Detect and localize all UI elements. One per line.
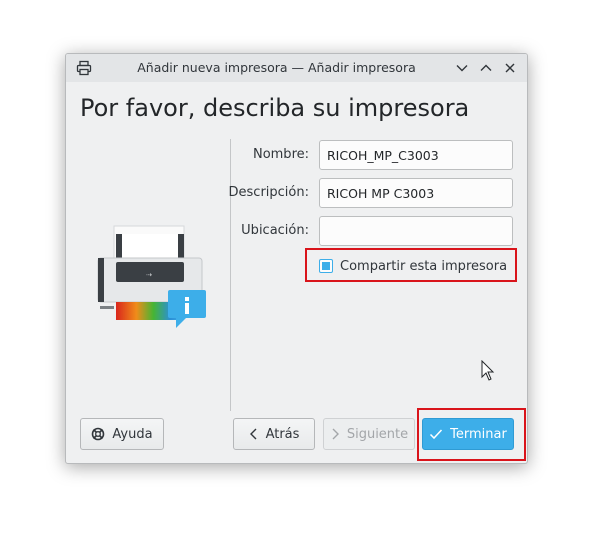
name-label: Nombre: bbox=[252, 147, 309, 162]
name-field[interactable] bbox=[319, 140, 513, 170]
title-bar[interactable]: Añadir nueva impresora — Añadir impresor… bbox=[66, 54, 527, 82]
lifebuoy-icon bbox=[92, 427, 105, 441]
location-field[interactable] bbox=[319, 216, 513, 246]
back-button[interactable]: Atrás bbox=[233, 418, 315, 450]
finish-button-label: Terminar bbox=[450, 426, 507, 442]
printer-info-illustration: ⇢ bbox=[97, 225, 206, 328]
share-printer-label: Compartir esta impresora bbox=[340, 258, 508, 274]
share-printer-checkbox[interactable] bbox=[319, 259, 333, 273]
back-button-label: Atrás bbox=[265, 426, 300, 442]
help-button[interactable]: Ayuda bbox=[80, 418, 164, 450]
next-button[interactable]: Siguiente bbox=[323, 418, 415, 450]
next-button-label: Siguiente bbox=[346, 426, 409, 442]
share-printer-checkbox-row[interactable]: Compartir esta impresora bbox=[319, 256, 507, 276]
vertical-divider bbox=[230, 139, 231, 411]
svg-text:⇢: ⇢ bbox=[146, 271, 152, 279]
chevron-right-icon bbox=[332, 428, 339, 440]
close-icon[interactable] bbox=[502, 60, 518, 76]
checkbox-checked-mark bbox=[322, 262, 330, 270]
mouse-cursor-icon bbox=[481, 360, 495, 381]
chevron-left-icon bbox=[249, 428, 257, 440]
description-label: Descripción: bbox=[228, 185, 309, 200]
maximize-chevron-up-icon[interactable] bbox=[478, 60, 494, 76]
checkmark-icon bbox=[430, 429, 443, 440]
help-button-label: Ayuda bbox=[112, 426, 153, 442]
description-field[interactable] bbox=[319, 178, 513, 208]
location-label: Ubicación: bbox=[241, 223, 309, 238]
minimize-chevron-down-icon[interactable] bbox=[454, 60, 470, 76]
finish-button[interactable]: Terminar bbox=[422, 418, 514, 450]
page-heading: Por favor, describa su impresora bbox=[80, 94, 470, 122]
add-printer-dialog: Añadir nueva impresora — Añadir impresor… bbox=[65, 53, 528, 464]
